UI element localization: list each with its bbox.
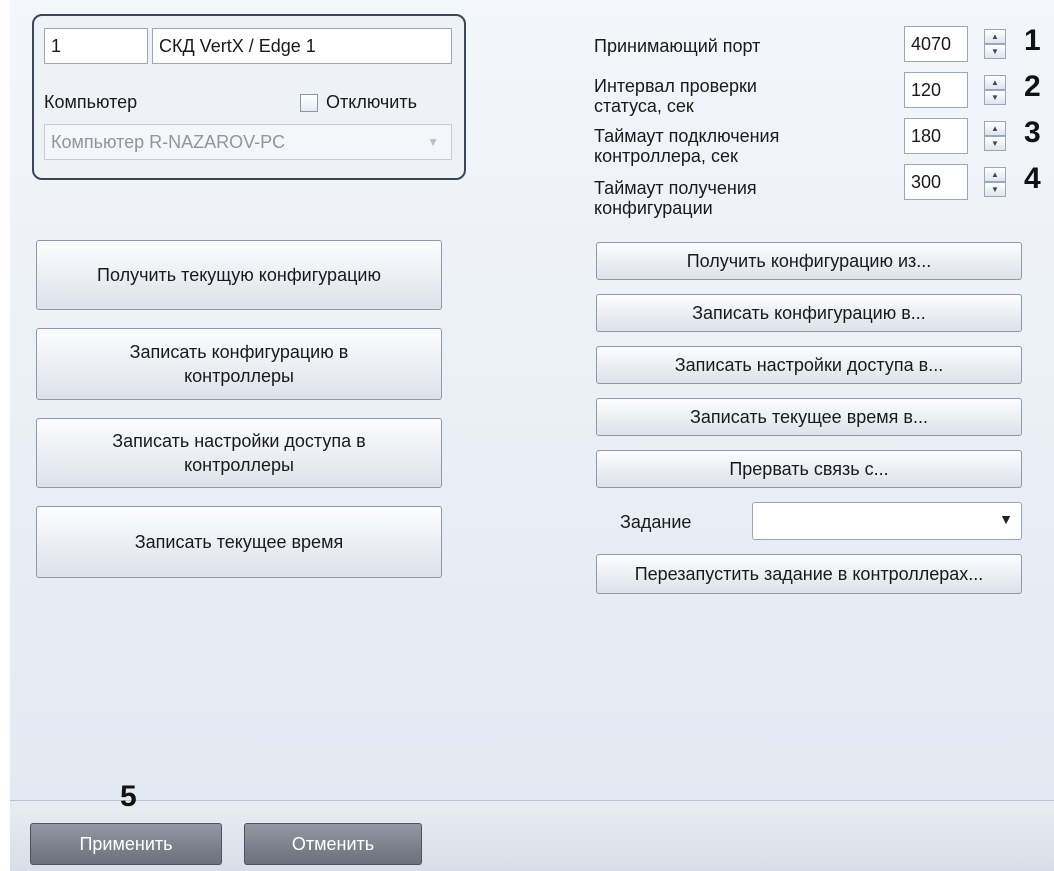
write-config-button[interactable]: Записать конфигурацию в контроллеры: [36, 328, 442, 400]
disable-checkbox[interactable]: [300, 94, 318, 112]
write-time-to-button[interactable]: Записать текущее время в...: [596, 398, 1022, 436]
marker-3: 3: [1024, 116, 1041, 149]
port-input[interactable]: 4070: [904, 26, 968, 62]
get-config-button[interactable]: Получить текущую конфигурацию: [36, 240, 442, 310]
connect-timeout-spinner[interactable]: ▲ ▼: [980, 118, 1010, 154]
settings-panel: 1 СКД VertX / Edge 1 Компьютер Отключить…: [10, 0, 1054, 800]
marker-1: 1: [1024, 24, 1041, 57]
config-timeout-spinner[interactable]: ▲ ▼: [980, 164, 1010, 200]
port-spinner[interactable]: ▲ ▼: [980, 26, 1010, 62]
computer-label: Компьютер: [44, 92, 138, 112]
marker-2: 2: [1024, 70, 1041, 103]
config-timeout-label: Таймаут получения конфигурации: [594, 178, 757, 218]
arrow-down-icon[interactable]: ▼: [984, 44, 1006, 59]
device-name-field[interactable]: СКД VertX / Edge 1: [152, 28, 452, 64]
task-label: Задание: [620, 512, 692, 532]
computer-select-value: Компьютер R-NAZAROV-PC: [51, 132, 286, 152]
footer-bar: Применить Отменить: [10, 800, 1054, 871]
apply-button[interactable]: Применить: [30, 823, 222, 865]
task-select[interactable]: ▼: [752, 502, 1022, 540]
connect-timeout-label: Таймаут подключения контроллера, сек: [594, 126, 780, 166]
device-id-field[interactable]: 1: [44, 28, 148, 64]
restart-task-button[interactable]: Перезапустить задание в контроллерах...: [596, 554, 1022, 594]
cancel-button[interactable]: Отменить: [244, 823, 422, 865]
arrow-down-icon[interactable]: ▼: [984, 90, 1006, 105]
write-access-to-button[interactable]: Записать настройки доступа в...: [596, 346, 1022, 384]
status-interval-spinner[interactable]: ▲ ▼: [980, 72, 1010, 108]
disable-label: Отключить: [326, 92, 417, 112]
device-group: 1 СКД VertX / Edge 1 Компьютер Отключить…: [32, 14, 466, 180]
arrow-up-icon[interactable]: ▲: [984, 121, 1006, 136]
connect-timeout-input[interactable]: 180: [904, 118, 968, 154]
status-interval-input[interactable]: 120: [904, 72, 968, 108]
write-access-button[interactable]: Записать настройки доступа в контроллеры: [36, 418, 442, 488]
arrow-up-icon[interactable]: ▲: [984, 167, 1006, 182]
marker-5: 5: [120, 780, 137, 813]
status-interval-label: Интервал проверки статуса, сек: [594, 76, 757, 116]
computer-select[interactable]: Компьютер R-NAZAROV-PC ▼: [44, 124, 452, 160]
marker-4: 4: [1024, 162, 1041, 195]
chevron-down-icon: ▼: [427, 135, 439, 149]
write-time-button[interactable]: Записать текущее время: [36, 506, 442, 578]
write-config-to-button[interactable]: Записать конфигурацию в...: [596, 294, 1022, 332]
chevron-down-icon: ▼: [999, 511, 1013, 527]
arrow-down-icon[interactable]: ▼: [984, 136, 1006, 151]
arrow-up-icon[interactable]: ▲: [984, 29, 1006, 44]
config-timeout-input[interactable]: 300: [904, 164, 968, 200]
arrow-up-icon[interactable]: ▲: [984, 75, 1006, 90]
port-label: Принимающий порт: [594, 36, 761, 56]
get-config-from-button[interactable]: Получить конфигурацию из...: [596, 242, 1022, 280]
arrow-down-icon[interactable]: ▼: [984, 182, 1006, 197]
break-link-button[interactable]: Прервать связь с...: [596, 450, 1022, 488]
